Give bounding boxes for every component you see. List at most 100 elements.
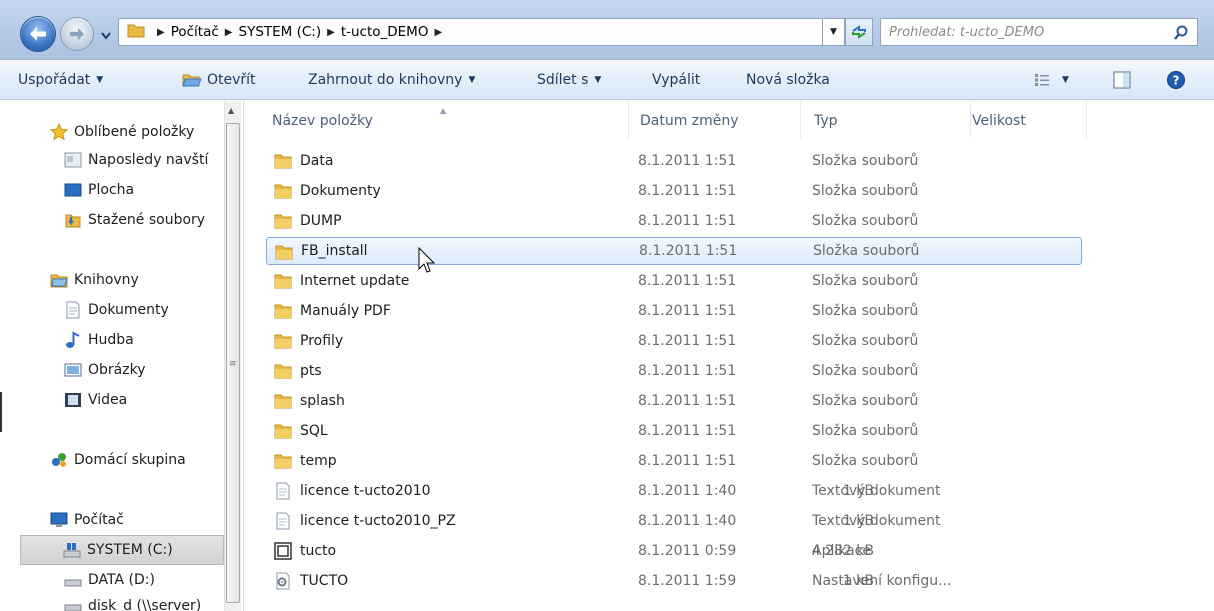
chevron-down-icon: ▼ <box>1062 75 1069 85</box>
nav-homegroup[interactable]: Domácí skupina <box>50 451 186 469</box>
file-size: 1 kB <box>842 483 874 499</box>
breadcrumb-computer[interactable]: Počítač <box>171 24 219 40</box>
scroll-up-icon[interactable]: ▲ <box>228 106 234 115</box>
breadcrumb-separator-icon[interactable]: ▶ <box>434 27 442 38</box>
sort-ascending-icon: ▲ <box>440 106 447 115</box>
breadcrumb-separator-icon[interactable]: ▶ <box>327 27 335 38</box>
file-row[interactable]: Manuály PDF 8.1.2011 1:51 Složka souborů <box>266 297 1082 325</box>
file-row[interactable]: tucto 8.1.2011 0:59 Aplikace 4 282 kB <box>266 537 1082 565</box>
file-row[interactable]: Data 8.1.2011 1:51 Složka souborů <box>266 147 1082 175</box>
computer-icon <box>50 511 68 529</box>
column-header-type[interactable]: Typ <box>814 113 838 129</box>
chevron-down-icon: ▼ <box>96 75 104 85</box>
window-edge <box>0 392 2 432</box>
refresh-button[interactable] <box>845 18 873 46</box>
column-divider[interactable] <box>628 102 629 138</box>
file-name: TUCTO <box>300 573 349 589</box>
search-input[interactable]: Prohledat: t-ucto_DEMO <box>880 18 1198 46</box>
column-header-date[interactable]: Datum změny <box>640 113 739 129</box>
file-name: Data <box>300 153 334 169</box>
folder-icon <box>274 452 292 474</box>
navigation-scrollbar[interactable]: ▲ ≡ <box>224 101 241 611</box>
nav-label: Naposledy navští <box>88 152 209 168</box>
nav-pictures[interactable]: Obrázky <box>64 361 145 379</box>
breadcrumb-separator-icon[interactable]: ▶ <box>157 27 165 38</box>
search-placeholder: Prohledat: t-ucto_DEMO <box>889 24 1045 40</box>
file-row[interactable]: DUMP 8.1.2011 1:51 Složka souborů <box>266 207 1082 235</box>
file-row[interactable]: licence t-ucto2010 8.1.2011 1:40 Textový d… <box>266 477 1082 505</box>
file-row[interactable]: pts 8.1.2011 1:51 Složka souborů <box>266 357 1082 385</box>
nav-documents[interactable]: Dokumenty <box>64 301 169 319</box>
drive-icon <box>63 541 81 559</box>
share-with-button[interactable]: Sdílet s ▼ <box>537 60 601 100</box>
forward-button[interactable] <box>60 17 94 51</box>
file-row[interactable]: SQL 8.1.2011 1:51 Složka souborů <box>266 417 1082 445</box>
nav-music[interactable]: Hudba <box>64 331 134 349</box>
nav-label: Plocha <box>88 182 135 198</box>
address-path[interactable]: ▶ Počítač ▶ SYSTEM (C:) ▶ t-ucto_DEMO ▶ <box>118 18 823 46</box>
nav-downloads[interactable]: Stažené soubory <box>64 211 205 229</box>
burn-button[interactable]: Vypálit <box>652 60 700 100</box>
column-header-name[interactable]: Název položky <box>272 113 373 129</box>
search-icon[interactable] <box>1173 25 1189 41</box>
file-type: Textový dokument <box>812 483 941 499</box>
file-row[interactable]: temp 8.1.2011 1:51 Složka souborů <box>266 447 1082 475</box>
column-divider[interactable] <box>1086 102 1087 138</box>
nav-network-drive[interactable]: disk_d (\\server) <box>64 597 201 611</box>
nav-label: Knihovny <box>74 272 139 288</box>
file-name: Internet update <box>300 273 410 289</box>
include-in-library-button[interactable]: Zahrnout do knihovny ▼ <box>308 60 475 100</box>
nav-videos[interactable]: Videa <box>64 391 127 409</box>
folder-icon <box>274 212 292 234</box>
folder-icon <box>274 362 292 384</box>
help-button[interactable]: ? <box>1166 60 1186 100</box>
nav-computer[interactable]: Počítač <box>50 511 124 529</box>
file-name: FB_install <box>301 243 368 259</box>
include-label: Zahrnout do knihovny <box>308 72 463 88</box>
file-name: temp <box>300 453 337 469</box>
breadcrumb-t-ucto-demo[interactable]: t-ucto_DEMO <box>341 24 429 40</box>
open-button[interactable]: Otevřít <box>182 60 256 100</box>
change-view-button[interactable]: ▼ <box>1034 60 1069 100</box>
file-row[interactable]: splash 8.1.2011 1:51 Složka souborů <box>266 387 1082 415</box>
address-dropdown[interactable]: ▼ <box>823 18 845 46</box>
file-row[interactable]: TUCTO 8.1.2011 1:59 Nastavení konfigu... 1 … <box>266 567 1082 595</box>
organize-button[interactable]: Uspořádat ▼ <box>18 60 103 100</box>
drive-icon <box>64 571 82 589</box>
chevron-down-icon: ▼ <box>594 75 602 85</box>
nav-label: Domácí skupina <box>74 452 186 468</box>
file-name: licence t-ucto2010_PZ <box>300 513 456 529</box>
network-drive-icon <box>64 597 82 611</box>
nav-favorites[interactable]: Oblíbené položky <box>50 123 194 141</box>
history-dropdown[interactable] <box>101 28 111 44</box>
file-row[interactable]: licence t-ucto2010_PZ 8.1.2011 1:40 Textov… <box>266 507 1082 535</box>
file-row[interactable]: FB_install 8.1.2011 1:51 Složka souborů <box>266 237 1082 265</box>
file-date: 8.1.2011 1:59 <box>638 573 737 589</box>
nav-libraries[interactable]: Knihovny <box>50 271 139 289</box>
preview-pane-button[interactable] <box>1113 60 1131 100</box>
file-date: 8.1.2011 1:51 <box>638 303 737 319</box>
new-folder-button[interactable]: Nová složka <box>746 60 830 100</box>
breadcrumb-separator-icon[interactable]: ▶ <box>225 27 233 38</box>
nav-system-c[interactable]: SYSTEM (C:) <box>20 535 224 565</box>
file-date: 8.1.2011 1:51 <box>639 243 738 259</box>
file-row[interactable]: Profily 8.1.2011 1:51 Složka souborů <box>266 327 1082 355</box>
nav-recent-places[interactable]: Naposledy navští <box>64 151 208 169</box>
file-row[interactable]: Dokumenty 8.1.2011 1:51 Složka souborů <box>266 177 1082 205</box>
preview-pane-icon <box>1113 71 1131 89</box>
file-name: splash <box>300 393 345 409</box>
nav-desktop[interactable]: Plocha <box>64 181 134 199</box>
column-header-size[interactable]: Velikost <box>972 113 1026 129</box>
config-file-icon <box>274 572 292 594</box>
back-button[interactable] <box>20 16 56 52</box>
nav-data-d[interactable]: DATA (D:) <box>64 571 155 589</box>
column-divider[interactable] <box>970 102 971 138</box>
column-divider[interactable] <box>800 102 801 138</box>
file-row[interactable]: Internet update 8.1.2011 1:51 Složka soubo… <box>266 267 1082 295</box>
file-type: Složka souborů <box>812 453 919 469</box>
file-name: tucto <box>300 543 337 559</box>
chevron-down-icon: ▼ <box>468 75 476 85</box>
file-type: Složka souborů <box>812 333 919 349</box>
breadcrumb-system-c[interactable]: SYSTEM (C:) <box>239 24 322 40</box>
downloads-icon <box>64 211 82 229</box>
